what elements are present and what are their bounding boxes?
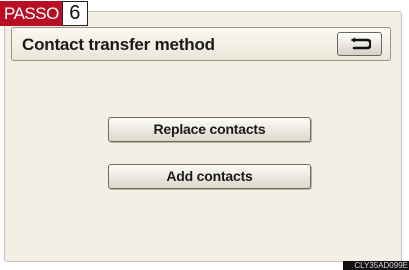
step-badge: PASSO 6 [0, 1, 88, 26]
return-arrow-icon [350, 37, 371, 50]
page: PASSO 6 Contact transfer method Replace … [0, 0, 409, 270]
back-button[interactable] [337, 32, 382, 56]
title-bar: Contact transfer method [11, 27, 391, 61]
step-label: PASSO [0, 1, 62, 26]
replace-contacts-button[interactable]: Replace contacts [108, 117, 311, 142]
page-title: Contact transfer method [22, 35, 215, 54]
add-contacts-button[interactable]: Add contacts [108, 164, 311, 189]
step-number: 6 [61, 1, 88, 26]
image-code-label: CLY35AD099E [343, 261, 409, 270]
